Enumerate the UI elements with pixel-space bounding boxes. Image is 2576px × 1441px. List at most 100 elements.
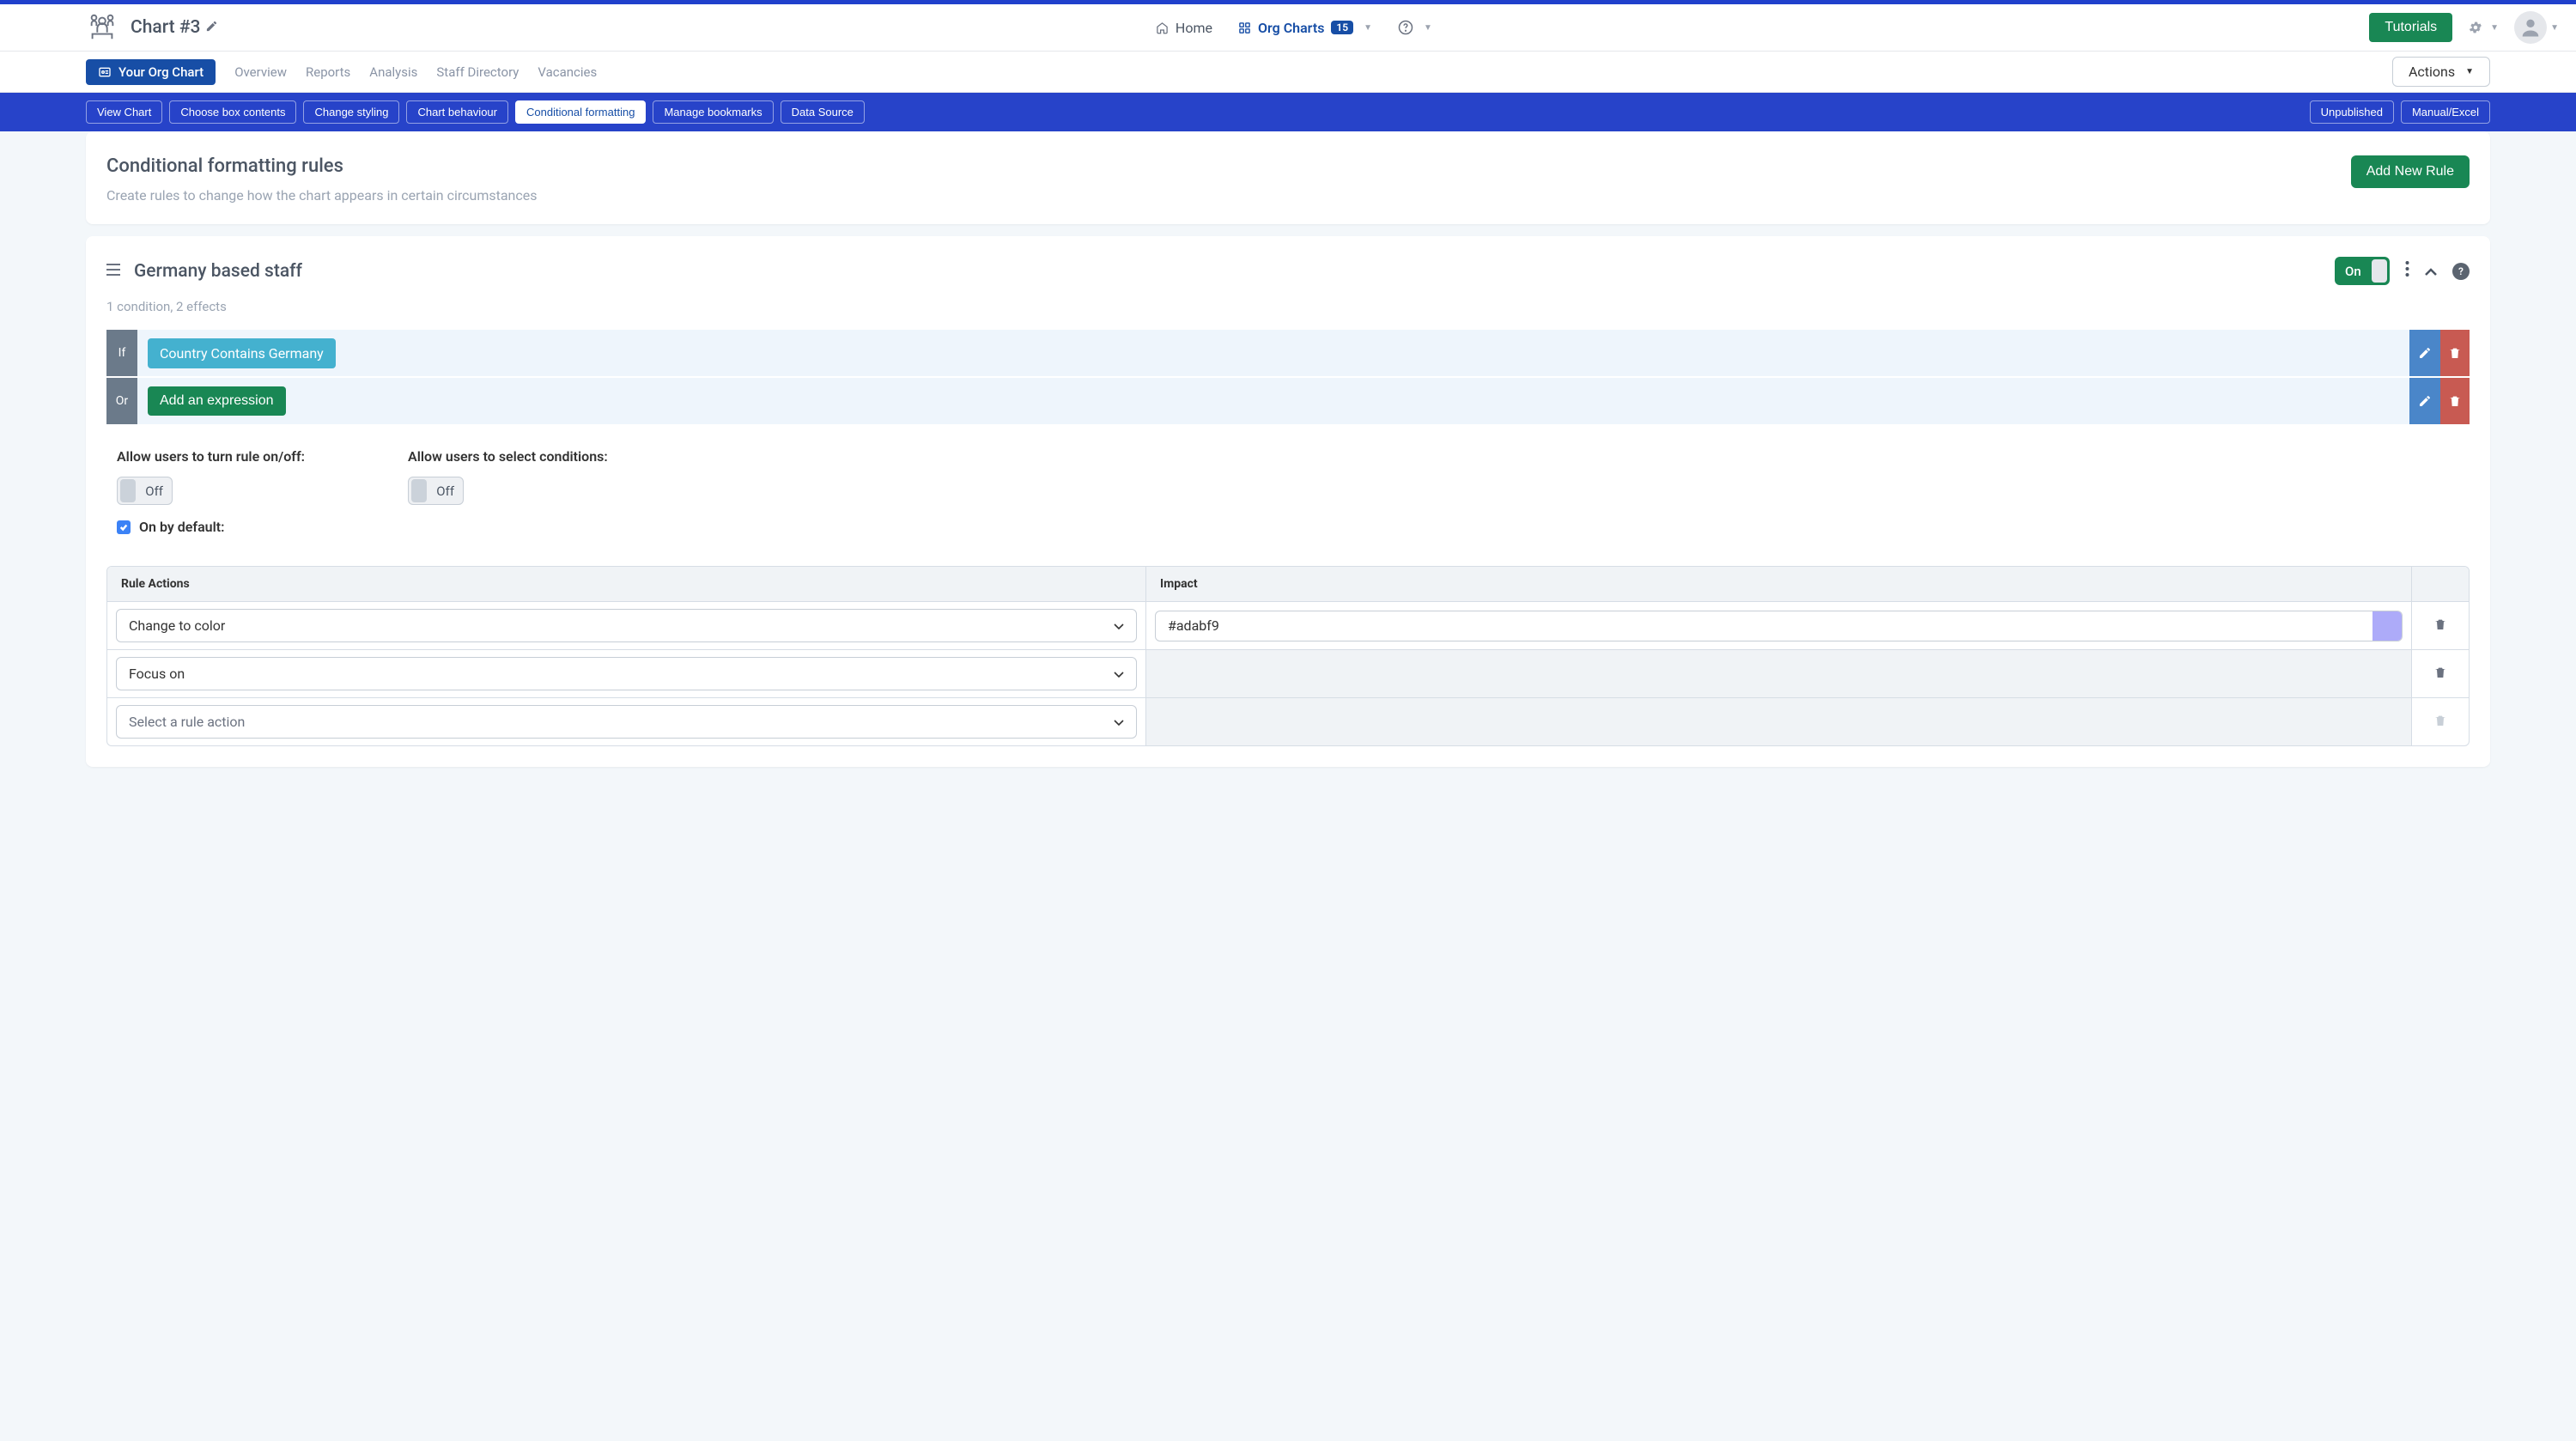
chevron-down-icon: ▼ (2465, 67, 2474, 76)
chevron-down-icon (1114, 714, 1124, 730)
panel-title: Conditional formatting rules (106, 155, 538, 177)
chevron-down-icon: ▼ (1424, 23, 1432, 33)
delete-condition-button[interactable] (2440, 378, 2470, 424)
nav-home-label: Home (1176, 20, 1212, 36)
more-options-icon[interactable] (2405, 260, 2409, 282)
table-row: Focus on (107, 650, 2469, 698)
sub-nav: Your Org Chart Overview Reports Analysis… (0, 52, 2576, 93)
condition-body: Country Contains Germany (137, 330, 2409, 376)
toggle-label: Off (436, 483, 454, 499)
allow-toggle-switch[interactable]: Off (117, 477, 173, 505)
delete-condition-button[interactable] (2440, 330, 2470, 376)
rule-card: Germany based staff On ? 1 condition, 2 … (86, 236, 2490, 767)
add-new-rule-button[interactable]: Add New Rule (2351, 155, 2470, 188)
chevron-down-icon (1114, 666, 1124, 682)
delete-row-icon[interactable] (2433, 666, 2447, 683)
sub-nav-tabs: Your Org Chart Overview Reports Analysis… (86, 59, 597, 85)
edit-condition-button[interactable] (2409, 330, 2440, 376)
tb-manual-excel[interactable]: Manual/Excel (2401, 100, 2490, 124)
table-row: Select a rule action (107, 698, 2469, 745)
tb-unpublished[interactable]: Unpublished (2310, 100, 2394, 124)
actions-label: Actions (2409, 64, 2455, 80)
rule-options: Allow users to turn rule on/off: Off On … (106, 448, 2470, 535)
help-icon[interactable]: ? (2452, 263, 2470, 280)
rules-header-panel: Conditional formatting rules Create rule… (86, 131, 2490, 224)
tb-choose-box[interactable]: Choose box contents (169, 100, 296, 124)
toolbar-right: Unpublished Manual/Excel (2310, 100, 2490, 124)
conditions-list: If Country Contains Germany Or Add an ex… (106, 330, 2470, 424)
toggle-label: On (2345, 264, 2361, 279)
edit-title-icon[interactable] (205, 17, 218, 38)
settings-icon[interactable]: ▼ (2468, 20, 2499, 35)
action-select[interactable]: Change to color (116, 609, 1137, 642)
condition-chip[interactable]: Country Contains Germany (148, 338, 336, 368)
opt-allow-toggle: Allow users to turn rule on/off: Off On … (117, 448, 305, 535)
chevron-down-icon: ▼ (1364, 23, 1372, 33)
table-header: Rule Actions Impact (107, 567, 2469, 602)
table-row: Change to color #adabf9 (107, 602, 2469, 650)
add-expression-button[interactable]: Add an expression (148, 386, 286, 416)
chevron-down-icon (1114, 617, 1124, 634)
nav-help[interactable]: ▼ (1398, 20, 1432, 35)
rule-header: Germany based staff On ? (106, 257, 2470, 285)
condition-row: Or Add an expression (106, 378, 2470, 424)
tab-vacancies[interactable]: Vacancies (538, 64, 597, 80)
tb-change-styling[interactable]: Change styling (303, 100, 399, 124)
opt-label: Allow users to turn rule on/off: (117, 448, 305, 465)
action-select[interactable]: Select a rule action (116, 705, 1137, 739)
tb-data-source[interactable]: Data Source (781, 100, 865, 124)
on-by-default-checkbox[interactable] (117, 520, 131, 534)
chevron-down-icon: ▼ (2490, 23, 2499, 33)
color-swatch (2372, 611, 2402, 641)
tb-chart-behaviour[interactable]: Chart behaviour (406, 100, 508, 124)
toggle-knob (411, 479, 427, 502)
orgcharts-count-badge: 15 (1331, 21, 1353, 34)
rule-actions-table: Rule Actions Impact Change to color #ada… (106, 566, 2470, 746)
toggle-knob (120, 479, 136, 502)
chart-title: Chart #3 (131, 17, 218, 38)
tab-label: Your Org Chart (118, 64, 204, 80)
tab-analysis[interactable]: Analysis (369, 64, 417, 80)
condition-row: If Country Contains Germany (106, 330, 2470, 376)
user-avatar[interactable] (2514, 11, 2547, 44)
org-logo-icon (86, 11, 118, 44)
nav-home[interactable]: Home (1156, 20, 1212, 36)
tb-conditional-formatting[interactable]: Conditional formatting (515, 100, 646, 124)
tab-overview[interactable]: Overview (234, 64, 287, 80)
color-impact-input[interactable]: #adabf9 (1155, 611, 2403, 641)
delete-row-icon (2433, 714, 2447, 731)
action-select[interactable]: Focus on (116, 657, 1137, 690)
app-header: Chart #3 Home Org Charts 15 ▼ ▼ Tutorial… (0, 4, 2576, 52)
drag-handle-icon[interactable] (106, 264, 120, 279)
actions-dropdown[interactable]: Actions ▼ (2392, 57, 2490, 87)
on-by-default-row: On by default: (117, 519, 305, 535)
toggle-knob (2372, 259, 2387, 283)
condition-body: Add an expression (137, 378, 2409, 424)
opt-allow-select: Allow users to select conditions: Off (408, 448, 608, 535)
rule-title: Germany based staff (134, 261, 302, 282)
rule-on-toggle[interactable]: On (2335, 257, 2390, 285)
toolbar-left: View Chart Choose box contents Change st… (86, 100, 865, 124)
select-value: Change to color (129, 617, 225, 634)
tab-reports[interactable]: Reports (306, 64, 350, 80)
toggle-label: Off (145, 483, 163, 499)
allow-select-switch[interactable]: Off (408, 477, 464, 505)
th-impact: Impact (1146, 567, 2412, 601)
opt-label: Allow users to select conditions: (408, 448, 608, 465)
nav-orgcharts[interactable]: Org Charts 15 ▼ (1238, 20, 1372, 36)
chart-title-text: Chart #3 (131, 17, 200, 38)
tab-staff-directory[interactable]: Staff Directory (436, 64, 519, 80)
tutorials-button[interactable]: Tutorials (2369, 13, 2452, 42)
tab-your-org-chart[interactable]: Your Org Chart (86, 59, 216, 85)
condition-tag-or: Or (106, 378, 137, 424)
tb-view-chart[interactable]: View Chart (86, 100, 162, 124)
select-placeholder: Select a rule action (129, 714, 245, 730)
th-delete (2412, 567, 2469, 601)
th-rule-actions: Rule Actions (107, 567, 1146, 601)
collapse-icon[interactable] (2425, 262, 2437, 280)
header-right: Tutorials ▼ ▼ (2369, 11, 2559, 44)
tb-manage-bookmarks[interactable]: Manage bookmarks (653, 100, 773, 124)
edit-condition-button[interactable] (2409, 378, 2440, 424)
nav-orgcharts-label: Org Charts (1258, 20, 1324, 36)
delete-row-icon[interactable] (2433, 617, 2447, 635)
